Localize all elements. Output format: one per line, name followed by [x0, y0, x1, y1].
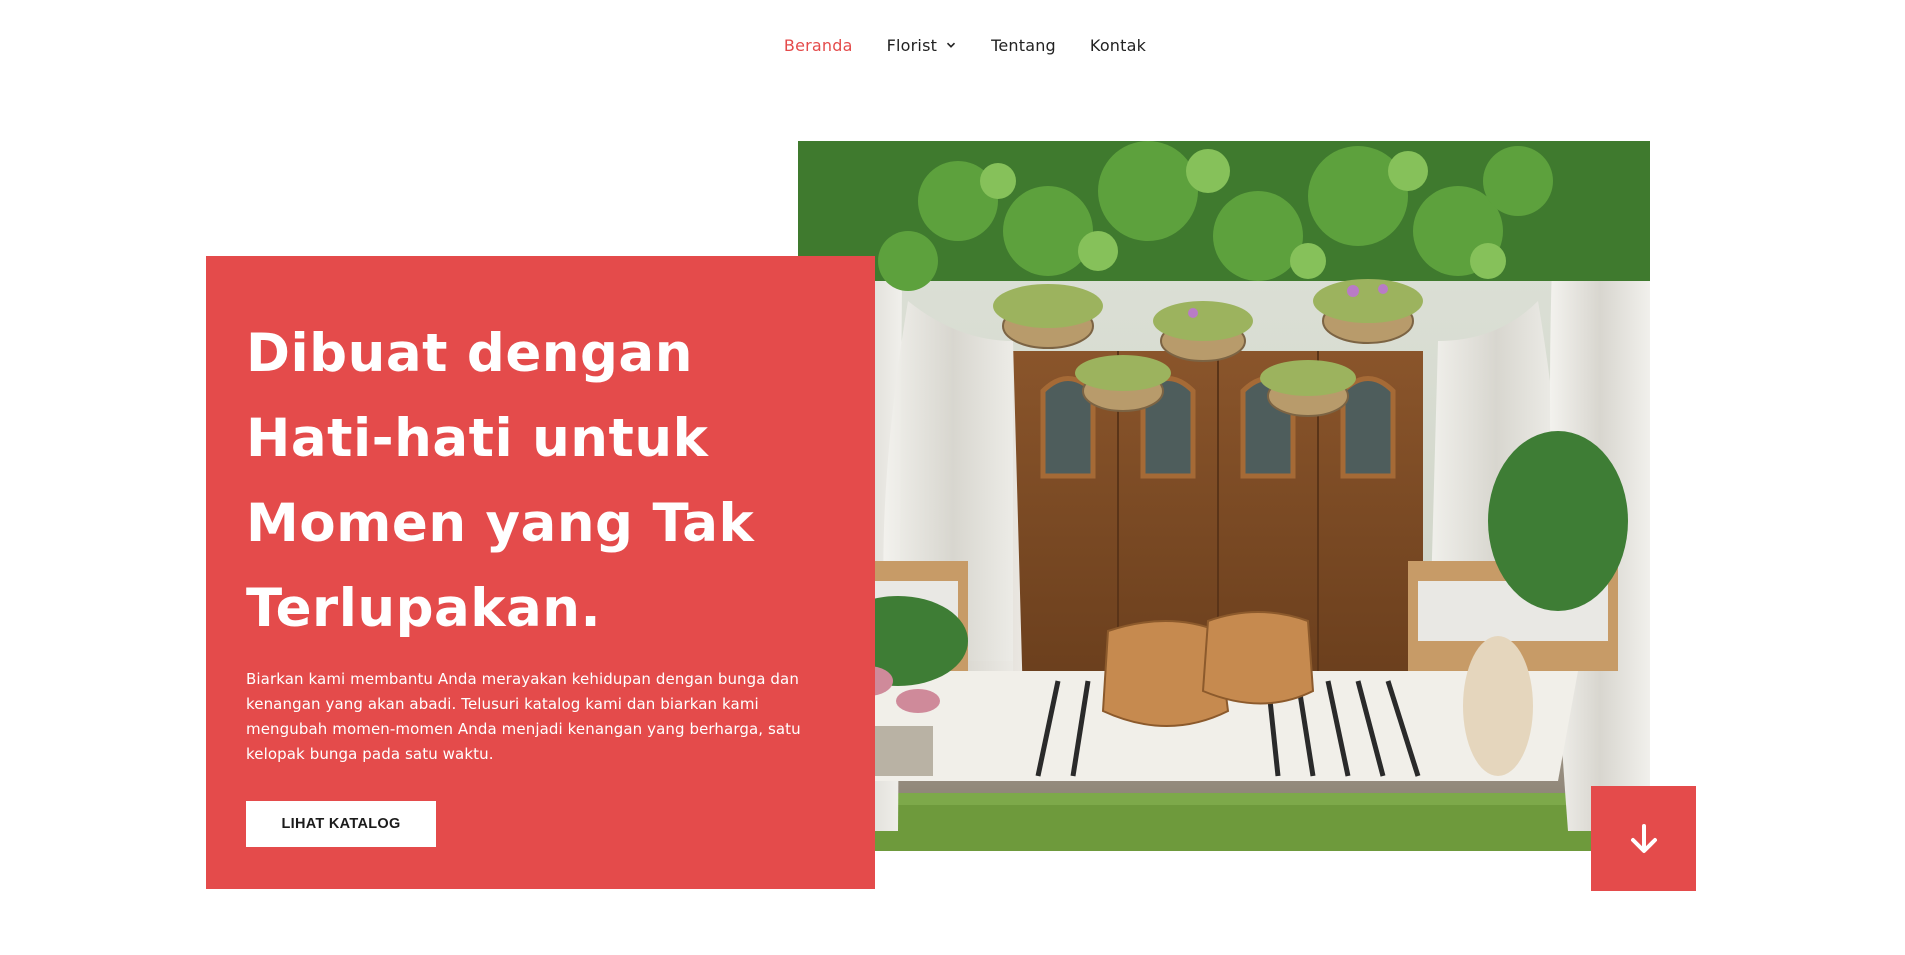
nav-item-beranda[interactable]: Beranda [784, 36, 853, 55]
nav-item-label: Kontak [1089, 35, 1147, 55]
hero-description: Biarkan kami membantu Anda merayakan keh… [246, 670, 801, 763]
chevron-down-icon [947, 42, 956, 48]
patio-illustration [798, 141, 1650, 851]
nav-item-label: Florist [886, 35, 938, 55]
hero-headline: Dibuat dengan Hati-hati untuk Momen yang… [246, 323, 755, 639]
view-catalog-button[interactable]: LIHAT KATALOG [246, 801, 436, 847]
nav-item-tentang[interactable]: Tentang [991, 36, 1056, 55]
nav-item-kontak[interactable]: Kontak [1090, 36, 1146, 55]
main-navigation: Beranda Florist Tentang Kontak [0, 0, 1905, 90]
hero-image [798, 141, 1650, 851]
scroll-down-button[interactable] [1591, 786, 1696, 891]
nav-item-label: Beranda [783, 35, 853, 55]
nav-item-label: Tentang [991, 35, 1056, 55]
arrow-down-icon [1630, 823, 1657, 853]
nav-item-florist[interactable]: Florist [887, 36, 957, 55]
nav-menu: Beranda Florist Tentang Kontak [784, 36, 1146, 55]
hero-card: Dibuat dengan Hati-hati untuk Momen yang… [206, 256, 875, 889]
